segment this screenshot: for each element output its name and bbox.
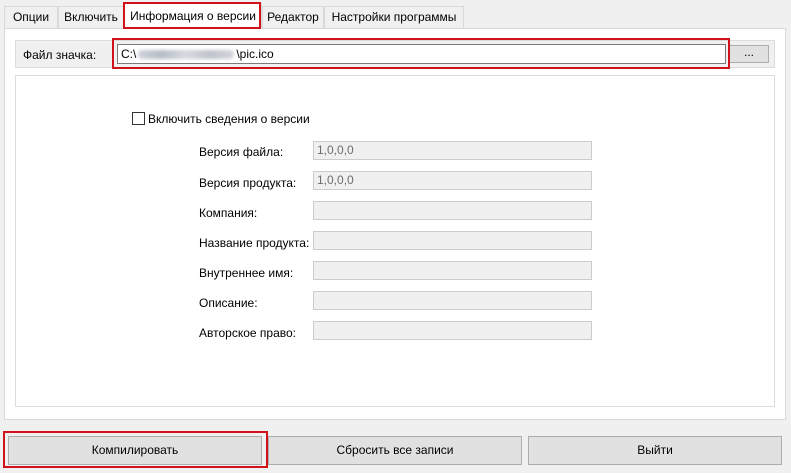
icon-file-path-prefix: C:\ — [121, 47, 137, 61]
tab-editor[interactable]: Редактор — [262, 6, 324, 28]
product-version-label: Версия продукта: — [199, 176, 297, 190]
exit-button[interactable]: Выйти — [528, 436, 782, 465]
internal-name-label: Внутреннее имя: — [199, 266, 294, 280]
copyright-field[interactable] — [313, 321, 592, 340]
description-field[interactable] — [313, 291, 592, 310]
company-label: Компания: — [199, 206, 258, 220]
icon-file-path-suffix: \pic.ico — [236, 47, 274, 61]
file-version-field[interactable]: 1,0,0,0 — [313, 141, 592, 160]
copyright-label: Авторское право: — [199, 326, 296, 340]
reset-all-button[interactable]: Сбросить все записи — [268, 436, 522, 465]
tab-program-settings[interactable]: Настройки программы — [324, 6, 464, 28]
tab-include[interactable]: Включить — [58, 6, 124, 28]
tab-options[interactable]: Опции — [4, 6, 58, 28]
internal-name-field[interactable] — [313, 261, 592, 280]
compile-button[interactable]: Компилировать — [8, 436, 262, 465]
icon-file-path-input[interactable]: C:\ \pic.ico — [117, 44, 726, 64]
icon-file-label: Файл значка: — [23, 48, 97, 62]
tab-version-info[interactable]: Информация о версии — [124, 3, 262, 29]
product-name-field[interactable] — [313, 231, 592, 250]
file-version-label: Версия файла: — [199, 145, 284, 159]
product-name-label: Название продукта: — [199, 236, 310, 250]
browse-button[interactable]: ... — [729, 45, 769, 63]
description-label: Описание: — [199, 296, 258, 310]
company-field[interactable] — [313, 201, 592, 220]
include-version-info-label[interactable]: Включить сведения о версии — [148, 112, 310, 126]
product-version-field[interactable]: 1,0,0,0 — [313, 171, 592, 190]
blurred-path-segment — [138, 50, 235, 60]
include-version-info-checkbox[interactable] — [132, 112, 145, 125]
